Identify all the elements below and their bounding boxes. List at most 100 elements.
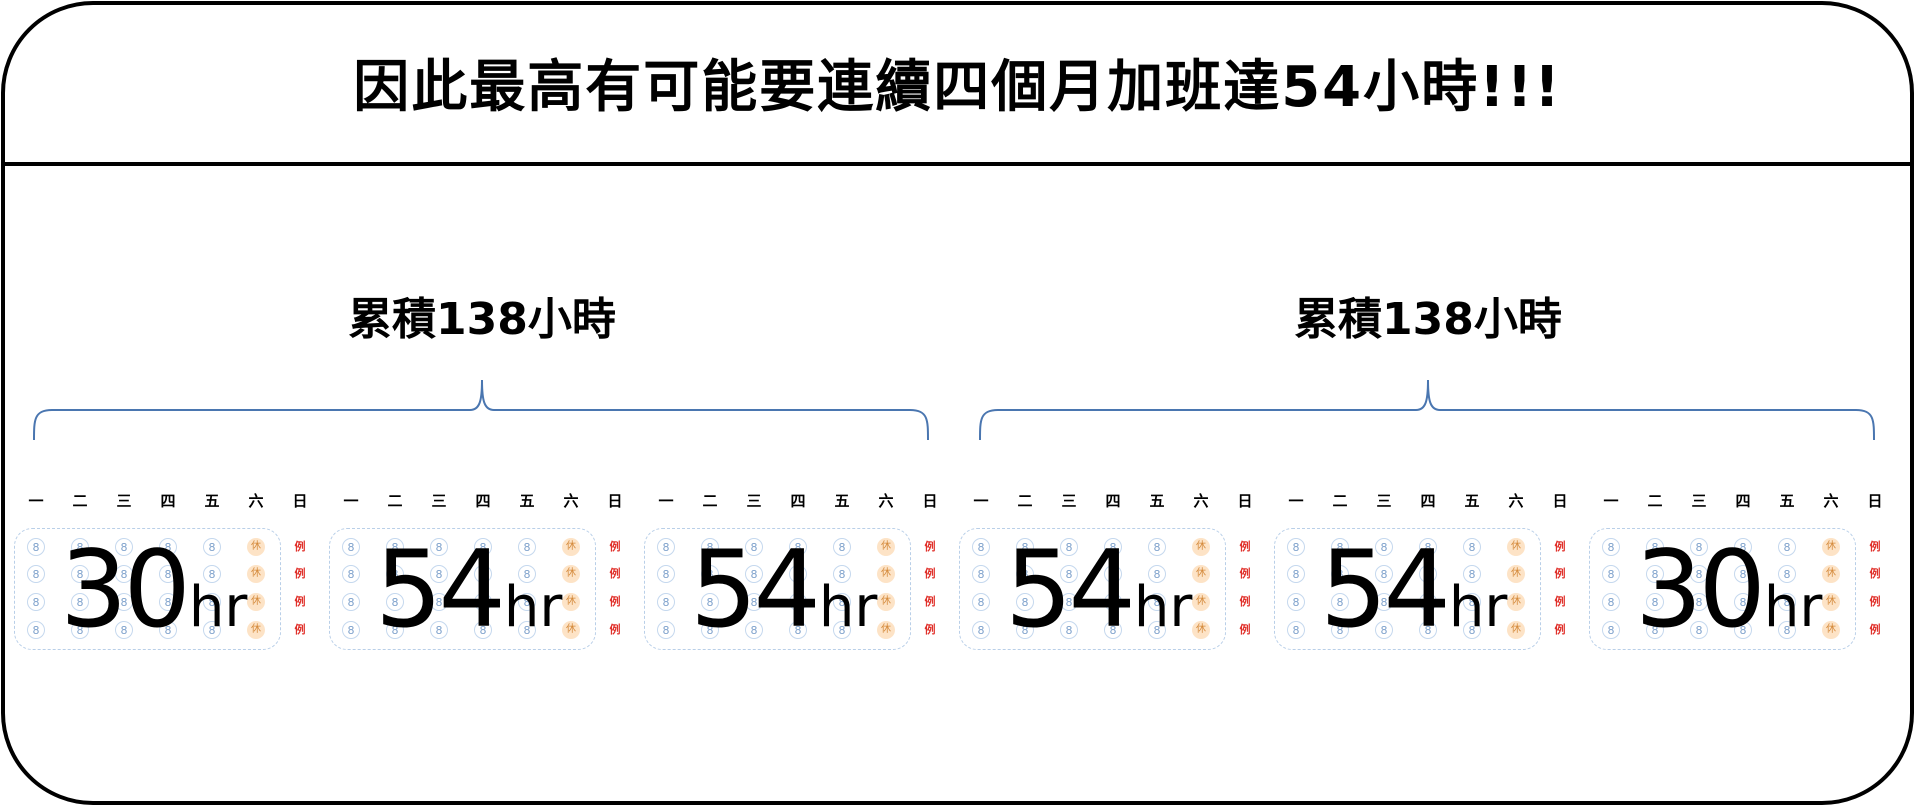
hours-value: 30 bbox=[1635, 528, 1766, 651]
off-day-marker: 例 bbox=[1554, 567, 1566, 580]
work-day-marker: 8 bbox=[1287, 538, 1305, 556]
weekday-label: 日 bbox=[1867, 492, 1883, 510]
hours-unit: hr bbox=[1763, 575, 1823, 640]
work-day-marker: 8 bbox=[27, 538, 45, 556]
weekday-label: 二 bbox=[387, 492, 403, 510]
month-hours: 30hr bbox=[60, 530, 247, 650]
rest-day-marker: 休 bbox=[877, 538, 895, 556]
weekday-label: 三 bbox=[431, 492, 447, 510]
work-day-marker: 8 bbox=[972, 538, 990, 556]
hours-unit: hr bbox=[503, 575, 563, 640]
weekday-label: 二 bbox=[1332, 492, 1348, 510]
weekday-label: 五 bbox=[1149, 492, 1165, 510]
weekday-label: 六 bbox=[878, 492, 894, 510]
weekday-label: 三 bbox=[1376, 492, 1392, 510]
rest-day-marker: 休 bbox=[562, 593, 580, 611]
work-day-marker: 8 bbox=[657, 565, 675, 583]
rest-day-marker: 休 bbox=[247, 593, 265, 611]
work-day-marker: 8 bbox=[657, 593, 675, 611]
hours-value: 30 bbox=[60, 528, 191, 651]
work-day-marker: 8 bbox=[1287, 565, 1305, 583]
rest-day-marker: 休 bbox=[1822, 538, 1840, 556]
weekday-label: 二 bbox=[1017, 492, 1033, 510]
work-day-marker: 8 bbox=[1602, 621, 1620, 639]
off-day-marker: 例 bbox=[609, 623, 621, 636]
weekday-label: 四 bbox=[160, 492, 176, 510]
rest-day-marker: 休 bbox=[1192, 565, 1210, 583]
work-day-marker: 8 bbox=[1602, 565, 1620, 583]
month-hours: 54hr bbox=[1005, 530, 1192, 650]
rest-day-marker: 休 bbox=[247, 565, 265, 583]
month-hours: 54hr bbox=[375, 530, 562, 650]
work-day-marker: 8 bbox=[1602, 538, 1620, 556]
rest-day-marker: 休 bbox=[1507, 538, 1525, 556]
weekday-label: 五 bbox=[204, 492, 220, 510]
weekday-label: 三 bbox=[1691, 492, 1707, 510]
weekday-label: 三 bbox=[1061, 492, 1077, 510]
off-day-marker: 例 bbox=[1239, 540, 1251, 553]
weekday-label: 一 bbox=[1288, 492, 1304, 510]
weekday-label: 四 bbox=[1735, 492, 1751, 510]
rest-day-marker: 休 bbox=[1507, 565, 1525, 583]
weekday-label: 一 bbox=[343, 492, 359, 510]
rest-day-marker: 休 bbox=[1192, 593, 1210, 611]
rest-day-marker: 休 bbox=[247, 621, 265, 639]
month-hours: 54hr bbox=[690, 530, 877, 650]
off-day-marker: 例 bbox=[1239, 623, 1251, 636]
weekday-label: 六 bbox=[563, 492, 579, 510]
weekday-label: 四 bbox=[1105, 492, 1121, 510]
work-day-marker: 8 bbox=[342, 621, 360, 639]
left-group-brace bbox=[33, 379, 929, 441]
rest-day-marker: 休 bbox=[1507, 593, 1525, 611]
weekday-label: 六 bbox=[1508, 492, 1524, 510]
off-day-marker: 例 bbox=[1554, 623, 1566, 636]
weekday-label: 二 bbox=[702, 492, 718, 510]
work-day-marker: 8 bbox=[657, 621, 675, 639]
weekday-label: 日 bbox=[1237, 492, 1253, 510]
off-day-marker: 例 bbox=[924, 540, 936, 553]
off-day-marker: 例 bbox=[1554, 540, 1566, 553]
off-day-marker: 例 bbox=[1554, 595, 1566, 608]
month-hours: 54hr bbox=[1320, 530, 1507, 650]
weekday-label: 二 bbox=[1647, 492, 1663, 510]
off-day-marker: 例 bbox=[294, 540, 306, 553]
off-day-marker: 例 bbox=[609, 540, 621, 553]
hours-value: 54 bbox=[1320, 528, 1451, 651]
work-day-marker: 8 bbox=[27, 565, 45, 583]
off-day-marker: 例 bbox=[609, 567, 621, 580]
rest-day-marker: 休 bbox=[877, 593, 895, 611]
weekday-label: 二 bbox=[72, 492, 88, 510]
weekday-label: 六 bbox=[1823, 492, 1839, 510]
hours-unit: hr bbox=[1133, 575, 1193, 640]
rest-day-marker: 休 bbox=[1822, 565, 1840, 583]
hours-unit: hr bbox=[1448, 575, 1508, 640]
right-group-brace bbox=[979, 379, 1875, 441]
work-day-marker: 8 bbox=[342, 538, 360, 556]
off-day-marker: 例 bbox=[1869, 540, 1881, 553]
rest-day-marker: 休 bbox=[562, 565, 580, 583]
off-day-marker: 例 bbox=[609, 595, 621, 608]
weekday-label: 四 bbox=[1420, 492, 1436, 510]
work-day-marker: 8 bbox=[27, 593, 45, 611]
weekday-label: 日 bbox=[292, 492, 308, 510]
hours-value: 54 bbox=[690, 528, 821, 651]
group-label-right: 累積138小時 bbox=[1294, 294, 1562, 345]
weekday-label: 一 bbox=[28, 492, 44, 510]
weekday-label: 一 bbox=[1603, 492, 1619, 510]
weekday-label: 日 bbox=[1552, 492, 1568, 510]
work-day-marker: 8 bbox=[1602, 593, 1620, 611]
weekday-label: 三 bbox=[746, 492, 762, 510]
weekday-label: 日 bbox=[607, 492, 623, 510]
work-day-marker: 8 bbox=[342, 565, 360, 583]
off-day-marker: 例 bbox=[924, 623, 936, 636]
work-day-marker: 8 bbox=[972, 593, 990, 611]
rest-day-marker: 休 bbox=[1192, 538, 1210, 556]
rest-day-marker: 休 bbox=[1822, 593, 1840, 611]
rest-day-marker: 休 bbox=[1822, 621, 1840, 639]
hours-value: 54 bbox=[1005, 528, 1136, 651]
hours-unit: hr bbox=[188, 575, 248, 640]
weekday-label: 六 bbox=[1193, 492, 1209, 510]
rest-day-marker: 休 bbox=[562, 538, 580, 556]
weekday-label: 日 bbox=[922, 492, 938, 510]
rest-day-marker: 休 bbox=[1507, 621, 1525, 639]
